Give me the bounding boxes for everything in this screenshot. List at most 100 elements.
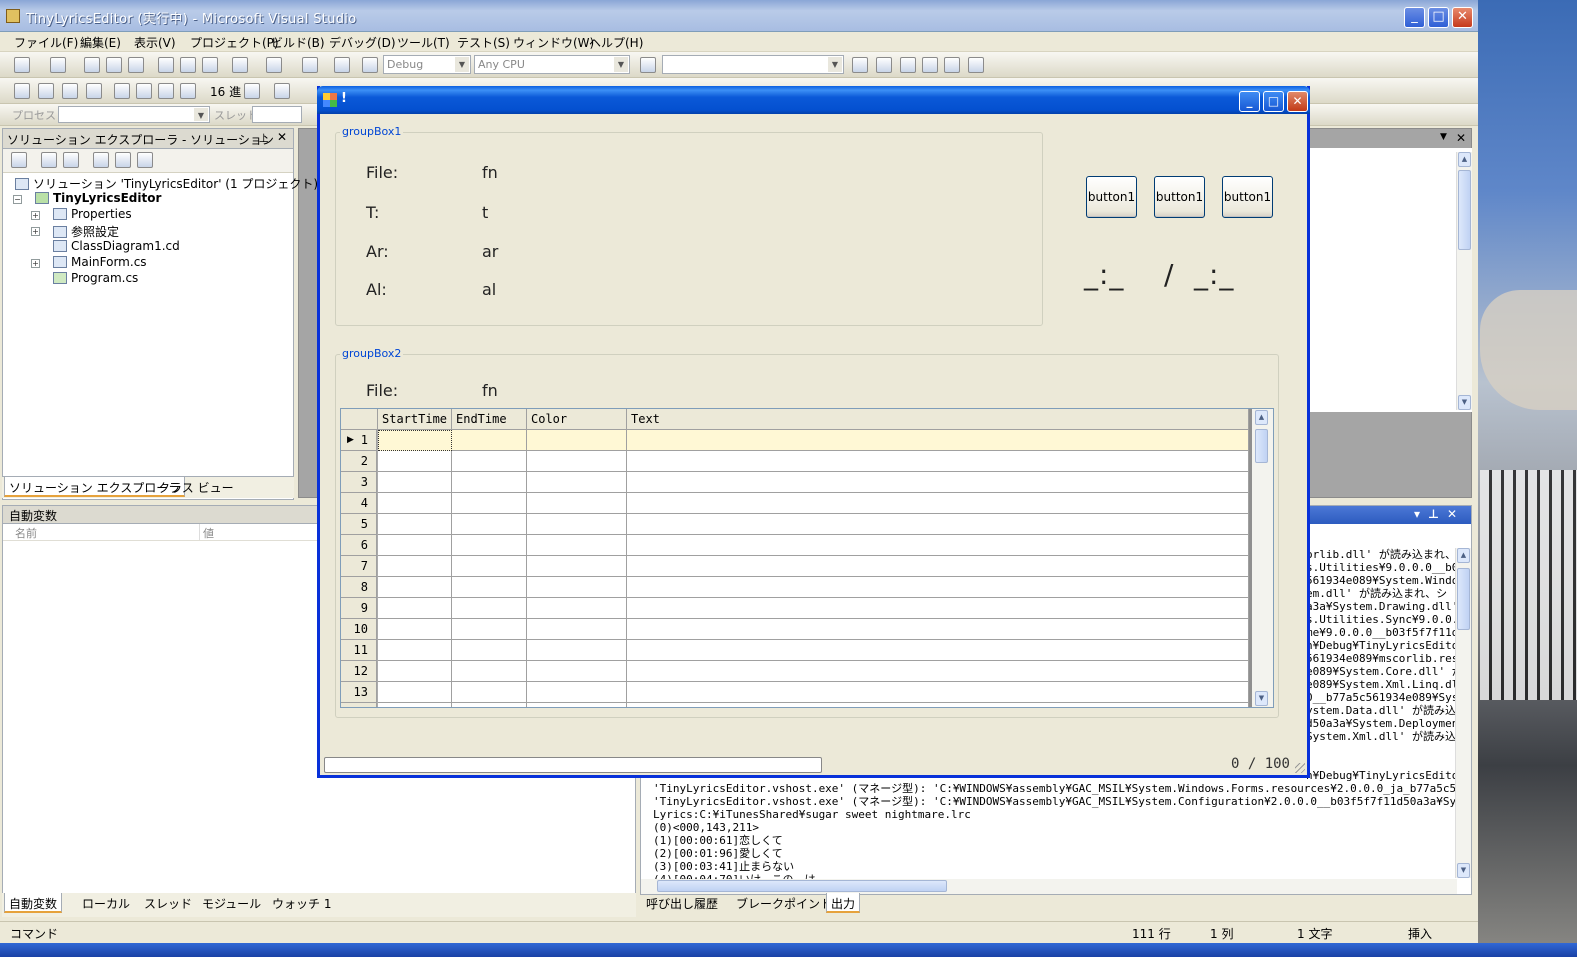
process-combo[interactable]: ▼ [58, 106, 210, 123]
class-diagram-icon[interactable] [137, 152, 153, 168]
grid-cell[interactable] [452, 661, 527, 682]
close-button[interactable]: ✕ [1452, 7, 1473, 28]
grid-cell[interactable] [378, 535, 452, 556]
resize-grip-icon[interactable] [1295, 763, 1305, 773]
row-header[interactable]: 7 [341, 556, 377, 577]
grid-cell[interactable] [378, 703, 452, 707]
grid-cell[interactable] [452, 619, 527, 640]
show-next-statement-icon[interactable] [114, 83, 130, 99]
row-header[interactable]: 8 [341, 577, 377, 598]
tab-class-view[interactable]: クラス ビュー [154, 477, 238, 497]
open-file-icon[interactable] [84, 57, 100, 73]
save-all-icon[interactable] [128, 57, 144, 73]
grid-cell[interactable] [452, 451, 527, 472]
close-icon[interactable]: ✕ [277, 130, 287, 144]
menu-project[interactable]: プロジェクト(P) [190, 34, 279, 51]
navigate-forward-icon[interactable] [334, 57, 350, 73]
grid-cell[interactable] [452, 556, 527, 577]
row-header[interactable]: 11 [341, 640, 377, 661]
start-page-icon[interactable] [944, 57, 960, 73]
command-window-icon[interactable] [968, 57, 984, 73]
form-minimize-button[interactable]: _ [1239, 91, 1260, 112]
tree-properties[interactable]: Properties [53, 207, 132, 221]
autos-col-value[interactable]: 値 [203, 525, 214, 541]
cut-icon[interactable] [158, 57, 174, 73]
solution-config-combo[interactable]: Debug ▼ [383, 55, 471, 74]
grid-cell[interactable] [527, 703, 627, 707]
breakpoints-icon[interactable] [244, 83, 260, 99]
grid-cell[interactable] [627, 514, 1249, 535]
menu-test[interactable]: テスト(S) [457, 34, 510, 51]
button1-a[interactable]: button1 [1086, 176, 1137, 218]
col-header-endtime[interactable]: EndTime [452, 409, 527, 430]
row-header[interactable]: 5 [341, 514, 377, 535]
row-header[interactable]: 9 [341, 598, 377, 619]
grid-cell[interactable] [378, 682, 452, 703]
tab-call-stack[interactable]: 呼び出し履歴 [642, 893, 722, 913]
stop-debugging-icon[interactable] [62, 83, 78, 99]
grid-cell[interactable] [378, 493, 452, 514]
grid-cell[interactable] [527, 640, 627, 661]
find-in-files-icon[interactable] [640, 57, 656, 73]
form-close-button[interactable]: ✕ [1287, 91, 1308, 112]
toolbox-icon[interactable] [922, 57, 938, 73]
tree-solution[interactable]: ソリューション 'TinyLyricsEditor' (1 プロジェクト) [15, 175, 318, 192]
row-header[interactable]: 12 [341, 661, 377, 682]
minimize-button[interactable]: _ [1404, 7, 1425, 28]
grid-cell[interactable] [527, 598, 627, 619]
grid-cell[interactable] [627, 640, 1249, 661]
menu-tools[interactable]: ツール(T) [397, 34, 450, 51]
grid-cell[interactable] [627, 598, 1249, 619]
tab-output[interactable]: 出力 [826, 893, 861, 913]
expand-icon[interactable]: + [31, 211, 40, 220]
grid-cell[interactable] [627, 577, 1249, 598]
grid-cell[interactable] [452, 430, 527, 451]
properties-scrollbar[interactable]: ▲ ▼ [1456, 152, 1472, 410]
grid-cell[interactable] [378, 451, 452, 472]
view-code-icon[interactable] [93, 152, 109, 168]
refresh-icon[interactable] [63, 152, 79, 168]
grid-cell[interactable] [527, 661, 627, 682]
grid-cell[interactable] [527, 556, 627, 577]
hscroll-thumb[interactable] [657, 880, 947, 892]
scroll-thumb[interactable] [1458, 170, 1471, 250]
scroll-up-icon[interactable]: ▲ [1458, 152, 1471, 167]
redo-icon[interactable] [266, 57, 282, 73]
row-header[interactable]: 2 [341, 451, 377, 472]
grid-cell[interactable] [452, 514, 527, 535]
tree-project[interactable]: TinyLyricsEditor [35, 191, 161, 205]
object-browser-icon[interactable] [900, 57, 916, 73]
grid-cell[interactable] [378, 661, 452, 682]
grid-cell[interactable] [527, 577, 627, 598]
grid-cell[interactable] [527, 619, 627, 640]
properties-icon[interactable] [11, 152, 27, 168]
button1-c[interactable]: button1 [1222, 176, 1273, 218]
maximize-button[interactable]: □ [1428, 7, 1449, 28]
grid-cell[interactable] [627, 556, 1249, 577]
scroll-down-icon[interactable]: ▼ [1457, 863, 1470, 878]
menu-help[interactable]: ヘルプ(H) [589, 34, 643, 51]
copy-icon[interactable] [180, 57, 196, 73]
grid-cell[interactable] [378, 640, 452, 661]
row-header[interactable]: 6 [341, 535, 377, 556]
find-combo[interactable]: ▼ [662, 55, 844, 74]
grid-cell[interactable] [527, 493, 627, 514]
menu-debug[interactable]: デバッグ(D) [329, 34, 396, 51]
solution-explorer-icon[interactable] [852, 57, 868, 73]
collapse-icon[interactable]: − [13, 195, 22, 204]
output-vscrollbar[interactable]: ▲ ▼ [1455, 548, 1471, 878]
grid-cell[interactable] [627, 430, 1249, 451]
pin-icon[interactable]: ⊥ [259, 131, 269, 145]
grid-cell[interactable] [627, 661, 1249, 682]
grid-cell[interactable] [452, 535, 527, 556]
output-hscrollbar[interactable] [641, 879, 1457, 894]
grid-cell[interactable] [378, 514, 452, 535]
output-icon[interactable] [274, 83, 290, 99]
grid-cell[interactable] [627, 472, 1249, 493]
scroll-up-icon[interactable]: ▲ [1457, 548, 1470, 563]
grid-cell[interactable] [452, 493, 527, 514]
row-header[interactable]: 13 [341, 682, 377, 703]
grid-cell[interactable] [452, 682, 527, 703]
grid-cell[interactable] [627, 703, 1249, 707]
new-project-icon[interactable] [14, 57, 30, 73]
